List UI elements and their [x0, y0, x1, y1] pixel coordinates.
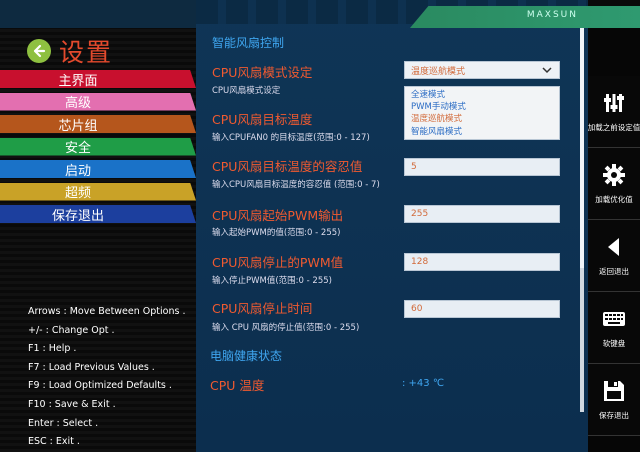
stop-time-input[interactable]: 60: [404, 300, 560, 318]
help-line: +/- : Change Opt .: [28, 324, 115, 336]
help-line: ESC : Exit .: [28, 436, 80, 448]
load-optimized-button[interactable]: 加载优化值: [588, 148, 640, 220]
soft-keyboard-button[interactable]: 软键盘: [588, 292, 640, 364]
target-temp-desc: 输入CPUFAN0 的目标温度(范围:0 - 127): [212, 133, 370, 143]
cpu-temp-label: CPU 温度: [210, 378, 265, 393]
brand-band: MAXSUN: [196, 0, 640, 28]
stop-time-desc: 输入 CPU 风扇的停止值(范围:0 - 255): [212, 323, 360, 333]
settings-panel: 智能风扇控制 CPU风扇模式设定 CPU风扇模式设定 温度巡航模式 全速模式 P…: [196, 0, 588, 452]
menu-item-overclock[interactable]: 超频: [0, 181, 196, 204]
menu-item-label: 主界面: [58, 73, 98, 89]
brand-band-fill: [410, 6, 640, 28]
menu-item-bar: [0, 160, 196, 178]
page-title: 设置: [59, 38, 114, 67]
section-title: 智能风扇控制: [212, 36, 285, 50]
tolerance-desc: 输入CPU风扇目标温度的容忍值 (范围:0 - 7): [212, 180, 380, 190]
start-pwm-input[interactable]: 255: [404, 205, 560, 223]
main-menu: 主界面 高级 芯片组 安全 启动 超频 保存退出: [0, 68, 196, 226]
menu-item-advanced[interactable]: 高级: [0, 91, 196, 114]
help-text: Arrows : Move Between Options . +/- : Ch…: [28, 303, 185, 452]
save-exit-button[interactable]: 保存退出: [588, 364, 640, 436]
menu-item-bar: [0, 137, 196, 156]
tolerance-input[interactable]: 5: [404, 158, 560, 176]
menu-item-label: 超频: [64, 186, 91, 202]
stop-pwm-title[interactable]: CPU风扇停止的PWM值: [212, 252, 343, 271]
fan-mode-dropdown: 全速模式 PWM手动模式 温度巡航模式 智能风扇模式: [404, 86, 560, 140]
dropdown-option[interactable]: PWM手动模式: [411, 101, 553, 113]
cpu-temp-value: : +43 ℃: [402, 378, 445, 389]
keyboard-icon: [603, 312, 625, 326]
dropdown-option[interactable]: 智能风扇模式: [411, 126, 553, 138]
back-icon[interactable]: [27, 39, 51, 63]
stop-time-title[interactable]: CPU风扇停止时间: [212, 298, 312, 317]
menu-item-label: 启动: [64, 163, 91, 179]
start-pwm-title[interactable]: CPU风扇起始PWM输出: [212, 205, 343, 224]
start-pwm-desc: 输入起始PWM的值(范围:0 - 255): [212, 228, 341, 238]
menu-item-label: 保存退出: [51, 208, 104, 224]
help-line: F9 : Load Optimized Defaults .: [28, 380, 172, 392]
stop-pwm-input[interactable]: 128: [404, 253, 560, 271]
fan-mode-value: 温度巡航模式: [411, 66, 466, 77]
toolbar-label: 加载优化值: [595, 195, 633, 204]
fan-mode-desc: CPU风扇模式设定: [212, 86, 281, 96]
left-panel: 设置 主界面 高级 芯片组 安全 启动 超频 保存退出 Arrows: Mov…: [0, 0, 196, 452]
back-exit-button[interactable]: 返回退出: [588, 220, 640, 292]
sliders-icon: [604, 94, 624, 112]
title-row: 设置: [27, 33, 113, 69]
scrollbar[interactable]: [580, 28, 584, 412]
load-previous-button[interactable]: 加载之前设定值: [588, 76, 640, 148]
target-temp-title[interactable]: CPU风扇目标温度: [212, 109, 312, 128]
help-line: F1 : Help .: [28, 343, 77, 355]
menu-item-bar: [0, 70, 196, 88]
menu-item-label: 芯片组: [58, 118, 98, 134]
toolbar-label: 保存退出: [599, 411, 629, 420]
menu-item-main[interactable]: 主界面: [0, 68, 196, 91]
fan-mode-title[interactable]: CPU风扇模式设定: [212, 62, 312, 81]
help-line: Arrows : Move Between Options .: [28, 306, 186, 317]
toolbar-label: 软键盘: [602, 339, 626, 348]
menu-item-bar: [0, 92, 196, 111]
back-arrow-icon: [608, 238, 619, 256]
gear-icon: [603, 164, 625, 186]
save-icon: [604, 381, 624, 401]
menu-item-boot[interactable]: 启动: [0, 158, 196, 181]
menu-item-bar: [0, 182, 196, 201]
menu-item-chipset[interactable]: 芯片组: [0, 113, 196, 136]
tolerance-title[interactable]: CPU风扇目标温度的容忍值: [212, 156, 362, 175]
dropdown-option-selected[interactable]: 温度巡航模式: [411, 113, 553, 125]
right-toolbar: 加载之前设定值 加载优化值 返回退出 软键盘 保存退出: [588, 76, 640, 436]
help-line: F10 : Save & Exit .: [28, 398, 116, 410]
fan-mode-select[interactable]: 温度巡航模式: [404, 61, 560, 79]
menu-item-bar: [0, 115, 196, 133]
help-line: F7 : Load Previous Values .: [28, 361, 155, 373]
brand-logo: MAXSUN: [526, 10, 578, 20]
menu-item-label: 安全: [64, 141, 91, 157]
top-bar-left: [0, 0, 196, 28]
scrollbar-thumb[interactable]: [580, 28, 584, 268]
dropdown-option[interactable]: 全速模式: [411, 89, 553, 101]
health-section-title: 电脑健康状态: [210, 349, 283, 363]
toolbar-label: 返回退出: [599, 267, 629, 276]
help-line: Enter : Select .: [28, 417, 99, 429]
toolbar-label: 加载之前设定值: [587, 123, 640, 132]
stop-pwm-desc: 输入停止PWM值(范围:0 - 255): [212, 276, 332, 286]
chevron-down-icon: [542, 67, 552, 74]
menu-item-save-exit[interactable]: 保存退出: [0, 203, 196, 226]
menu-item-security[interactable]: 安全: [0, 136, 196, 159]
menu-item-label: 高级: [64, 96, 91, 112]
